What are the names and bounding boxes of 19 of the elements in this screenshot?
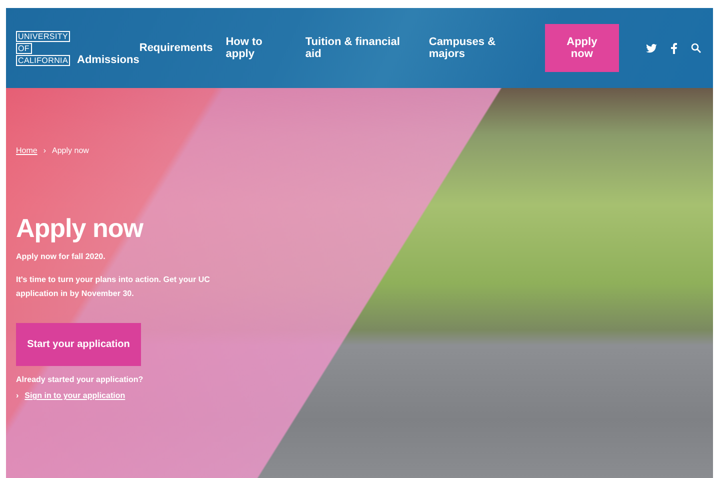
twitter-icon[interactable]	[646, 44, 657, 52]
breadcrumb-link[interactable]: Home	[16, 146, 38, 155]
breadcrumb-separator: ›	[43, 146, 46, 155]
section-title[interactable]: Admissions	[77, 54, 140, 66]
page-title: Apply now	[16, 213, 144, 244]
facebook-icon[interactable]	[671, 42, 677, 54]
apply-now-button[interactable]: Apply now	[544, 24, 619, 72]
hero-description: It's time to turn your plans into action. Get your UC application in by November 30.	[16, 274, 211, 300]
nav-link[interactable]: Requirements	[139, 42, 213, 54]
application-prompt: Already started your application?	[16, 375, 144, 384]
university-logo[interactable]: UNIVERSITY OF CALIFORNIA	[16, 30, 70, 66]
nav-link[interactable]: Tuition & financial aid	[305, 36, 416, 60]
start-application-button[interactable]: Start your application	[16, 323, 141, 366]
hero-subtitle: Apply now for fall 2020.	[16, 252, 106, 261]
search-icon[interactable]	[691, 43, 701, 53]
nav-link[interactable]: How to apply	[226, 36, 292, 60]
link-marker: ›	[16, 391, 19, 400]
breadcrumb-current: Apply now	[52, 146, 89, 155]
nav-link[interactable]: Campuses & majors	[428, 36, 532, 60]
